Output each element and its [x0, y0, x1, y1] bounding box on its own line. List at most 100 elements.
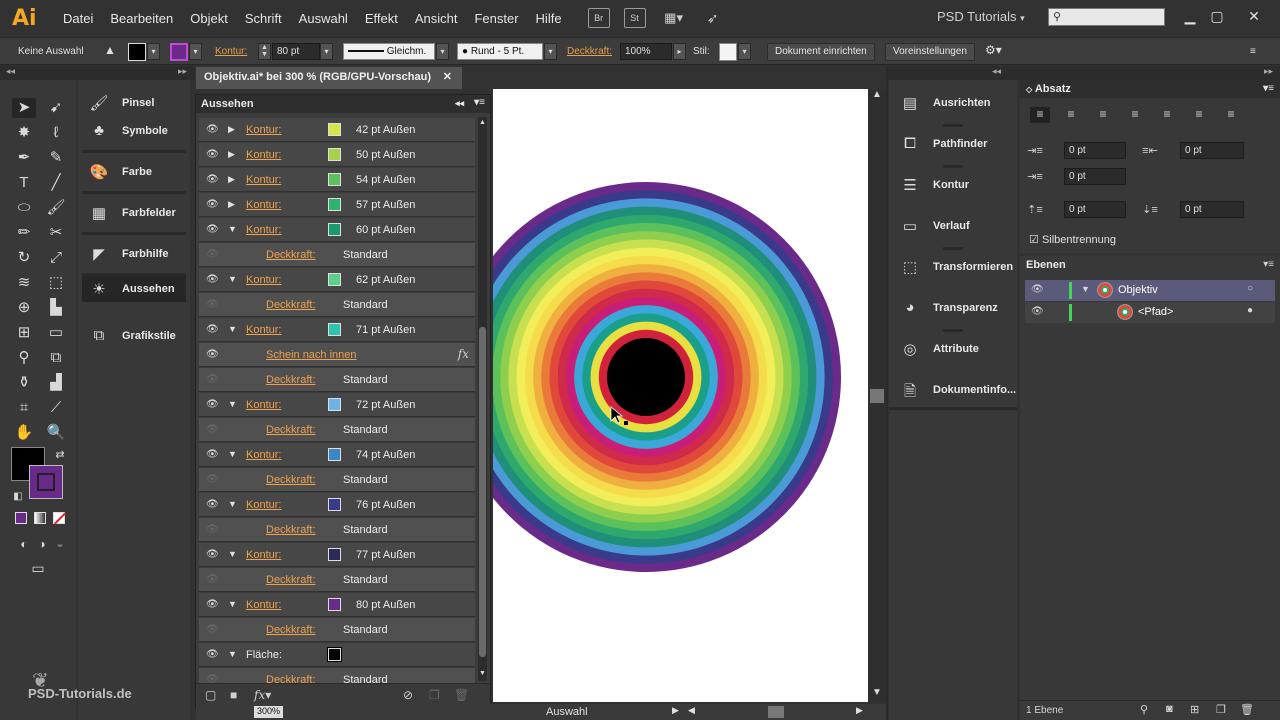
- visibility-eye-icon[interactable]: 👁: [206, 549, 219, 560]
- new-sublayer-icon[interactable]: ⊞: [1190, 703, 1199, 716]
- dock-farbhilfe[interactable]: ◤ Farbhilfe: [78, 234, 190, 274]
- brush-dropdown[interactable]: ▾: [544, 43, 557, 60]
- visibility-eye-icon[interactable]: 👁: [206, 499, 219, 510]
- new-layer-icon[interactable]: ❐: [1216, 703, 1226, 716]
- expand-triangle-icon[interactable]: ▶: [228, 174, 235, 185]
- clear-appearance-icon[interactable]: ⊘: [403, 688, 413, 702]
- visibility-eye-icon[interactable]: 👁: [206, 649, 219, 660]
- column-graph-tool-icon[interactable]: ▟: [44, 373, 68, 393]
- appearance-sub-row[interactable]: 👁 Deckkraft: Standard: [199, 468, 475, 492]
- opacity-label[interactable]: Deckkraft:: [266, 574, 316, 586]
- add-stroke-icon[interactable]: ▢: [205, 688, 216, 702]
- appearance-stroke-row[interactable]: 👁 ▼ Kontur: 72 pt Außen: [199, 393, 475, 417]
- default-colors-icon[interactable]: ◧: [6, 487, 30, 507]
- stroke-label[interactable]: Kontur:: [246, 399, 281, 411]
- visibility-eye-icon[interactable]: 👁: [206, 324, 219, 335]
- visibility-eye-icon[interactable]: 👁: [206, 124, 219, 135]
- stroke-weight-label[interactable]: Kontur:: [215, 46, 247, 57]
- dock-aussehen[interactable]: ☀ Aussehen: [82, 276, 186, 302]
- layer-row-pfad[interactable]: 👁 <Pfad> ●: [1025, 302, 1275, 323]
- align-right-icon[interactable]: ≡: [1093, 107, 1113, 123]
- stroke-label[interactable]: Kontur:: [246, 174, 281, 186]
- visibility-eye-icon[interactable]: 👁: [1031, 306, 1044, 317]
- collapse-triangle-icon[interactable]: ▼: [228, 399, 237, 409]
- dock-farbfelder[interactable]: ▦ Farbfelder: [78, 193, 190, 233]
- dock-attribute[interactable]: ◎ Attribute: [889, 329, 1017, 369]
- stroke-label[interactable]: Kontur:: [246, 599, 281, 611]
- fx-icon[interactable]: fx: [458, 347, 469, 361]
- appearance-stroke-row[interactable]: 👁 ▼ Kontur: 71 pt Außen: [199, 318, 475, 342]
- appearance-stroke-row[interactable]: 👁 ▶ Kontur: 42 pt Außen: [199, 118, 475, 142]
- artboard-canvas[interactable]: [493, 89, 868, 702]
- stroke-weight-field[interactable]: 80 pt: [272, 43, 320, 60]
- visibility-eye-icon[interactable]: 👁: [206, 249, 219, 260]
- appearance-scrollbar[interactable]: ▲ ▼: [478, 117, 487, 681]
- hand-tool-icon[interactable]: ✋: [12, 423, 36, 443]
- opacity-label[interactable]: Deckkraft:: [266, 474, 316, 486]
- appearance-stroke-row[interactable]: 👁 ▼ Kontur: 80 pt Außen: [199, 593, 475, 617]
- gradient-tool-icon[interactable]: ▭: [44, 323, 68, 343]
- hyphenation-checkbox[interactable]: ☑ Silbentrennung: [1029, 233, 1116, 246]
- add-effect-icon[interactable]: fx▾: [254, 688, 271, 702]
- stroke-color-swatch[interactable]: [328, 173, 341, 186]
- dock-grafikstile[interactable]: ⧉ Grafikstile: [78, 316, 190, 356]
- target-filled-icon[interactable]: ●: [1247, 305, 1253, 316]
- direct-selection-tool-icon[interactable]: ➹: [44, 98, 68, 118]
- magic-wand-tool-icon[interactable]: ✸: [12, 123, 36, 143]
- first-line-indent-field[interactable]: 0 pt: [1064, 168, 1126, 185]
- collapse-triangle-icon[interactable]: ▼: [228, 499, 237, 509]
- appearance-sub-row[interactable]: 👁 Deckkraft: Standard: [199, 243, 475, 267]
- blend-tool-icon[interactable]: ⧉: [44, 348, 68, 368]
- opacity-arrow[interactable]: ▸: [673, 43, 686, 60]
- stroke-profile-select[interactable]: Gleichm.: [343, 43, 435, 60]
- make-clipping-mask-icon[interactable]: ◙: [1166, 703, 1173, 715]
- rotate-tool-icon[interactable]: ↻: [12, 248, 36, 268]
- dock-transparenz[interactable]: ◕ Transparenz: [889, 288, 1017, 328]
- style-swatch[interactable]: [719, 43, 737, 61]
- stroke-label[interactable]: Kontur:: [246, 324, 281, 336]
- effect-label[interactable]: Schein nach innen: [266, 349, 357, 361]
- opacity-label[interactable]: Deckkraft:: [266, 424, 316, 436]
- collapse-panel-icon[interactable]: ◂◂: [455, 98, 464, 109]
- scale-tool-icon[interactable]: ⤢: [44, 248, 68, 268]
- opacity-label[interactable]: Deckkraft:: [266, 299, 316, 311]
- expand-triangle-icon[interactable]: ▼: [1081, 284, 1090, 294]
- stroke-color-swatch[interactable]: [328, 498, 341, 511]
- align-center-icon[interactable]: ≡: [1061, 107, 1081, 123]
- style-dropdown[interactable]: ▾: [738, 43, 751, 60]
- stroke-color-swatch[interactable]: [328, 548, 341, 561]
- panel-options-icon[interactable]: ▾≡: [1263, 83, 1274, 94]
- status-arrow-icon[interactable]: ▶: [672, 705, 679, 716]
- appearance-effect-row[interactable]: 👁 Schein nach innen fx: [199, 343, 475, 367]
- visibility-eye-icon[interactable]: 👁: [206, 174, 219, 185]
- line-tool-icon[interactable]: ╱: [44, 173, 68, 193]
- appearance-fill-row[interactable]: 👁 ▼ Fläche:: [199, 643, 475, 667]
- stroke-color-swatch[interactable]: [328, 148, 341, 161]
- visibility-eye-icon[interactable]: 👁: [206, 599, 219, 610]
- fill-color-swatch[interactable]: [327, 647, 342, 662]
- free-transform-tool-icon[interactable]: ⬚: [44, 273, 68, 293]
- stroke-label[interactable]: Kontur:: [246, 149, 281, 161]
- path-name[interactable]: <Pfad>: [1138, 306, 1173, 318]
- stroke-label[interactable]: Kontur:: [246, 274, 281, 286]
- appearance-stroke-row[interactable]: 👁 ▼ Kontur: 62 pt Außen: [199, 268, 475, 292]
- delete-item-icon[interactable]: 🗑: [454, 688, 469, 702]
- justify-center-icon[interactable]: ≡: [1157, 107, 1177, 123]
- minimize-button[interactable]: ▁: [1178, 4, 1202, 28]
- opacity-label[interactable]: Deckkraft:: [266, 374, 316, 386]
- appearance-stroke-row[interactable]: 👁 ▶ Kontur: 57 pt Außen: [199, 193, 475, 217]
- collapse-triangle-icon[interactable]: ▼: [228, 449, 237, 459]
- visibility-eye-icon[interactable]: 👁: [206, 224, 219, 235]
- menu-hilfe[interactable]: Hilfe: [536, 11, 562, 26]
- dock-ausrichten[interactable]: ▤ Ausrichten: [889, 83, 1017, 123]
- visibility-eye-icon[interactable]: 👁: [206, 149, 219, 160]
- stroke-color-swatch[interactable]: [328, 323, 341, 336]
- stroke-color-swatch[interactable]: [328, 123, 341, 136]
- visibility-eye-icon[interactable]: 👁: [206, 349, 219, 360]
- maximize-button[interactable]: ▢: [1205, 4, 1229, 28]
- collapse-triangle-icon[interactable]: ▼: [228, 549, 237, 559]
- lasso-tool-icon[interactable]: ℓ: [44, 123, 68, 143]
- stroke-color-swatch[interactable]: [328, 273, 341, 286]
- opacity-label[interactable]: Deckkraft:: [567, 46, 612, 57]
- appearance-sub-row[interactable]: 👁 Deckkraft: Standard: [199, 618, 475, 642]
